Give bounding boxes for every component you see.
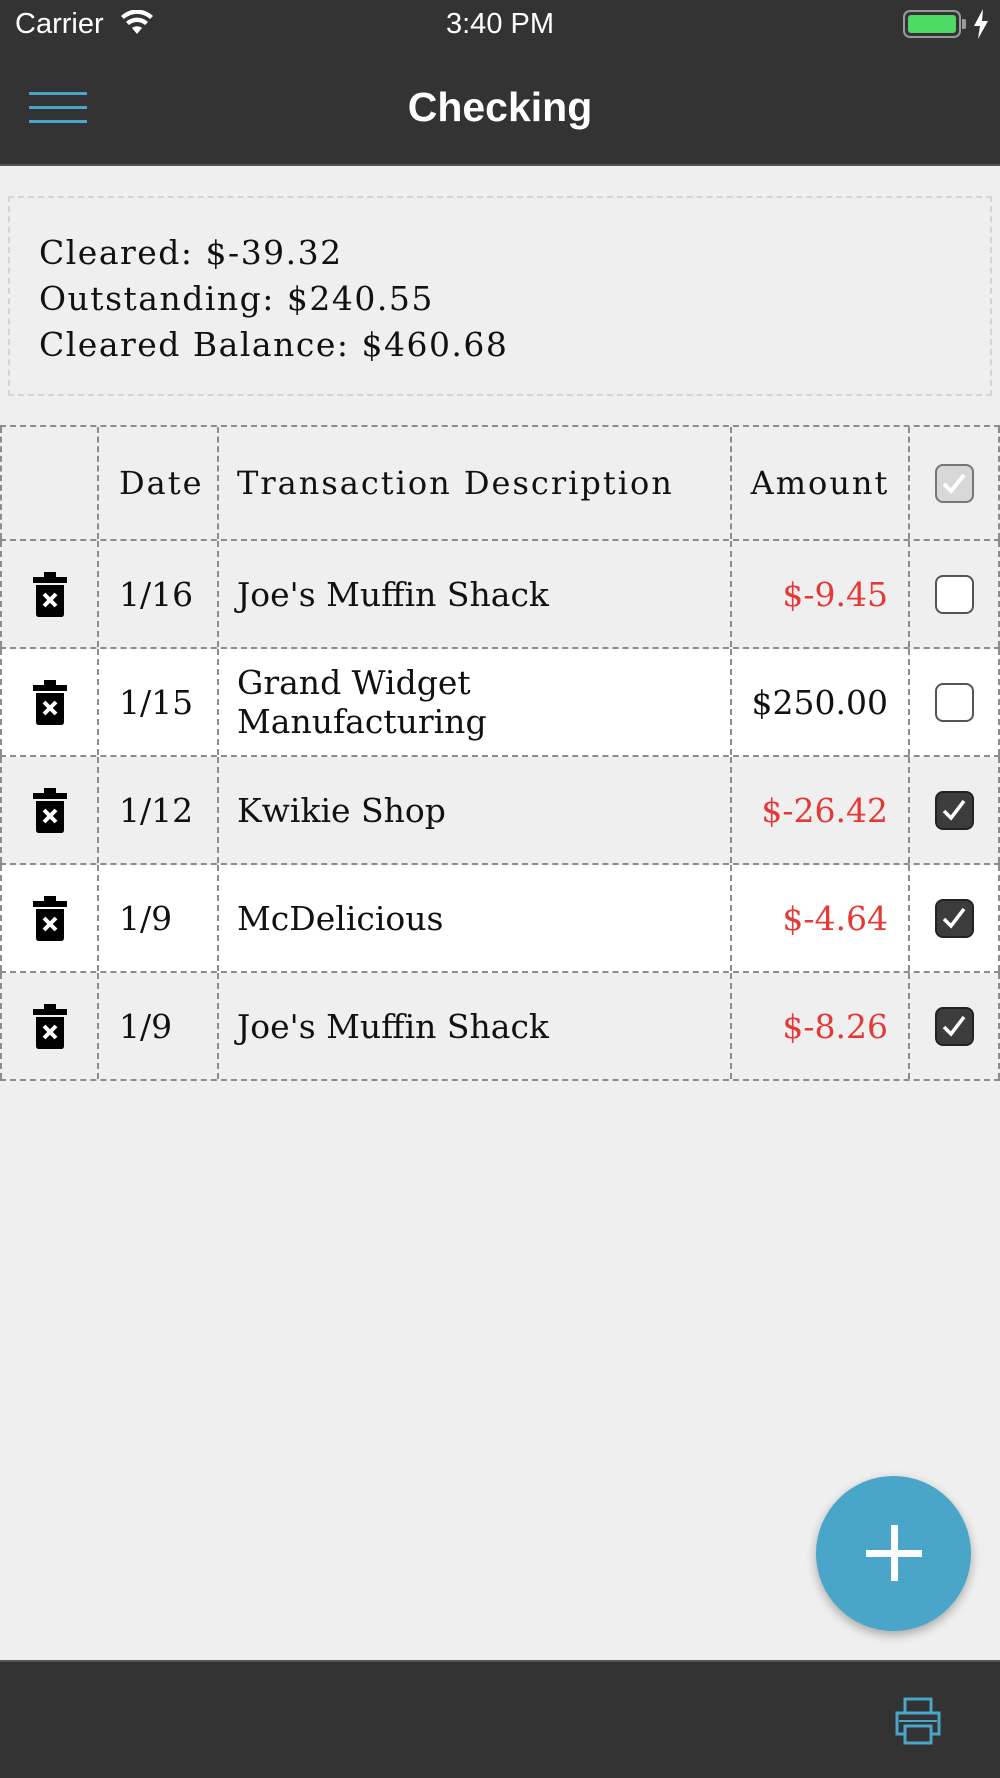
transaction-amount: $-9.45: [732, 541, 910, 647]
table-row: 1/12 Kwikie Shop $-26.42: [0, 757, 1000, 865]
plus-icon-vertical: [891, 1525, 898, 1581]
battery-nub: [962, 19, 966, 29]
checkmark-icon: [942, 1015, 966, 1037]
delete-cell: [0, 757, 99, 863]
checkmark-icon: [942, 907, 966, 929]
checkmark-icon: [942, 473, 966, 494]
transactions-table: Date Transaction Description Amount 1/16…: [0, 425, 1000, 1081]
balance-summary: Cleared: $-39.32 Outstanding: $240.55 Cl…: [8, 196, 992, 396]
cleared-balance: Cleared Balance: $460.68: [39, 325, 509, 364]
status-bar: Carrier 3:40 PM: [0, 0, 1000, 50]
cleared-checkbox[interactable]: [934, 790, 974, 830]
trash-delete-icon[interactable]: [32, 895, 68, 941]
amount-column-header: Amount: [732, 427, 910, 539]
description-column-header: Transaction Description: [219, 427, 732, 539]
table-row: 1/9 McDelicious $-4.64: [0, 865, 1000, 973]
add-transaction-button[interactable]: [816, 1476, 971, 1631]
cleared-cell: [910, 973, 1000, 1079]
table-row: 1/9 Joe's Muffin Shack $-8.26: [0, 973, 1000, 1081]
delete-cell: [0, 865, 99, 971]
transaction-date: 1/15: [99, 649, 219, 755]
transaction-date: 1/16: [99, 541, 219, 647]
select-all-cell: [910, 427, 1000, 539]
delete-cell: [0, 541, 99, 647]
trash-delete-icon[interactable]: [32, 571, 68, 617]
cleared-cell: [910, 865, 1000, 971]
printer-icon[interactable]: [893, 1696, 943, 1746]
checkmark-icon: [942, 799, 966, 821]
trash-delete-icon[interactable]: [32, 679, 68, 725]
charging-bolt-icon: [974, 9, 988, 39]
cleared-checkbox[interactable]: [934, 898, 974, 938]
transaction-description: McDelicious: [219, 865, 732, 971]
transaction-description: Joe's Muffin Shack: [219, 541, 732, 647]
table-row: 1/16 Joe's Muffin Shack $-9.45: [0, 541, 1000, 649]
transaction-date: 1/9: [99, 973, 219, 1079]
cleared-total: Cleared: $-39.32: [39, 233, 343, 272]
transaction-description: Grand Widget Manufacturing: [219, 649, 732, 755]
cleared-cell: [910, 757, 1000, 863]
trash-delete-icon[interactable]: [32, 1003, 68, 1049]
transaction-amount: $-26.42: [732, 757, 910, 863]
date-column-header: Date: [99, 427, 219, 539]
transaction-description: Kwikie Shop: [219, 757, 732, 863]
transaction-amount: $-4.64: [732, 865, 910, 971]
transaction-date: 1/9: [99, 865, 219, 971]
delete-column-header: [0, 427, 99, 539]
delete-cell: [0, 973, 99, 1079]
cleared-checkbox[interactable]: [934, 682, 974, 722]
clock: 3:40 PM: [446, 8, 554, 40]
transaction-description: Joe's Muffin Shack: [219, 973, 732, 1079]
bottom-toolbar: [0, 1660, 1000, 1778]
cleared-cell: [910, 541, 1000, 647]
cleared-checkbox[interactable]: [934, 574, 974, 614]
page-title: Checking: [407, 84, 593, 130]
table-header: Date Transaction Description Amount: [0, 425, 1000, 541]
nav-bar: Checking: [0, 50, 1000, 166]
delete-cell: [0, 649, 99, 755]
battery-icon: [903, 10, 961, 38]
outstanding-total: Outstanding: $240.55: [39, 279, 434, 318]
cleared-checkbox[interactable]: [934, 1006, 974, 1046]
table-row: 1/15 Grand Widget Manufacturing $250.00: [0, 649, 1000, 757]
cleared-cell: [910, 649, 1000, 755]
transaction-amount: $250.00: [732, 649, 910, 755]
transaction-date: 1/12: [99, 757, 219, 863]
transaction-amount: $-8.26: [732, 973, 910, 1079]
trash-delete-icon[interactable]: [32, 787, 68, 833]
select-all-checkbox[interactable]: [934, 463, 974, 503]
